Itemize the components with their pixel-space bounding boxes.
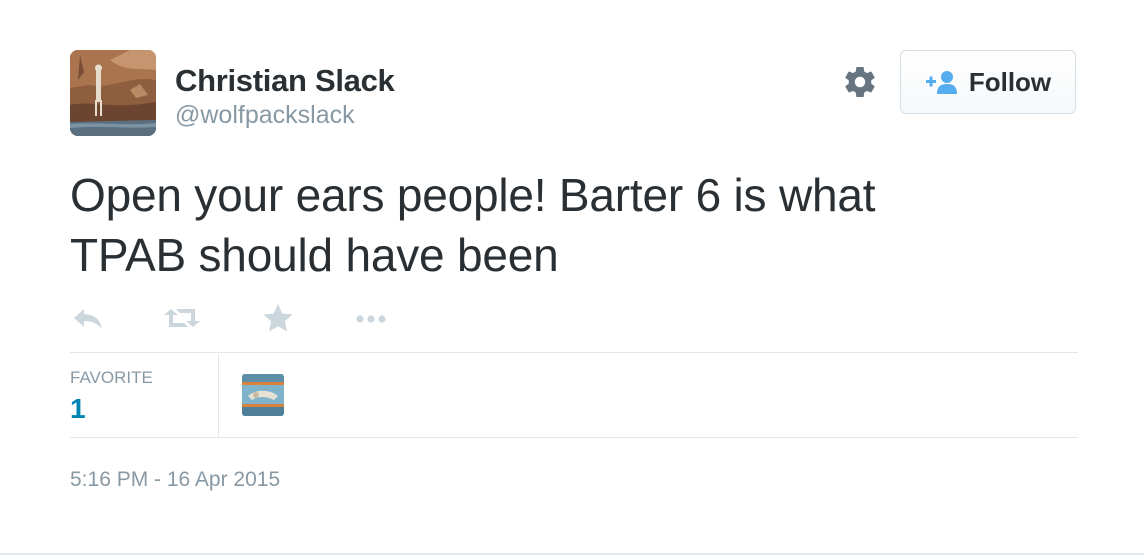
favorite-stat-label: FAVORITE [70, 368, 153, 387]
favoriter-avatar[interactable] [242, 374, 284, 416]
more-dots-icon[interactable] [352, 300, 392, 336]
follow-button[interactable]: Follow [900, 50, 1076, 114]
follow-person-plus-icon [925, 71, 957, 94]
retweet-icon[interactable] [162, 300, 202, 336]
gear-icon[interactable] [842, 64, 878, 100]
tweet-text-line-2: TPAB should have been [70, 229, 559, 281]
stats-bottom-divider [70, 437, 1078, 438]
favorite-stat-count[interactable]: 1 [70, 393, 86, 425]
stats-top-divider [70, 352, 1078, 353]
star-icon[interactable] [260, 300, 300, 336]
author-avatar[interactable] [70, 50, 156, 136]
follow-button-label: Follow [968, 66, 1052, 97]
tweet-text: Open your ears people! Barter 6 is what … [70, 165, 1070, 285]
tweet-text-line-1: Open your ears people! Barter 6 is what [70, 169, 876, 221]
tweet-timestamp[interactable]: 5:16 PM - 16 Apr 2015 [70, 468, 280, 492]
stats-separator [218, 354, 219, 438]
reply-icon[interactable] [70, 300, 110, 336]
author-username[interactable]: @wolfpackslack [175, 101, 355, 130]
tweet-card: Christian Slack @wolfpackslack Follow Op… [0, 0, 1144, 555]
author-fullname[interactable]: Christian Slack [175, 63, 395, 99]
